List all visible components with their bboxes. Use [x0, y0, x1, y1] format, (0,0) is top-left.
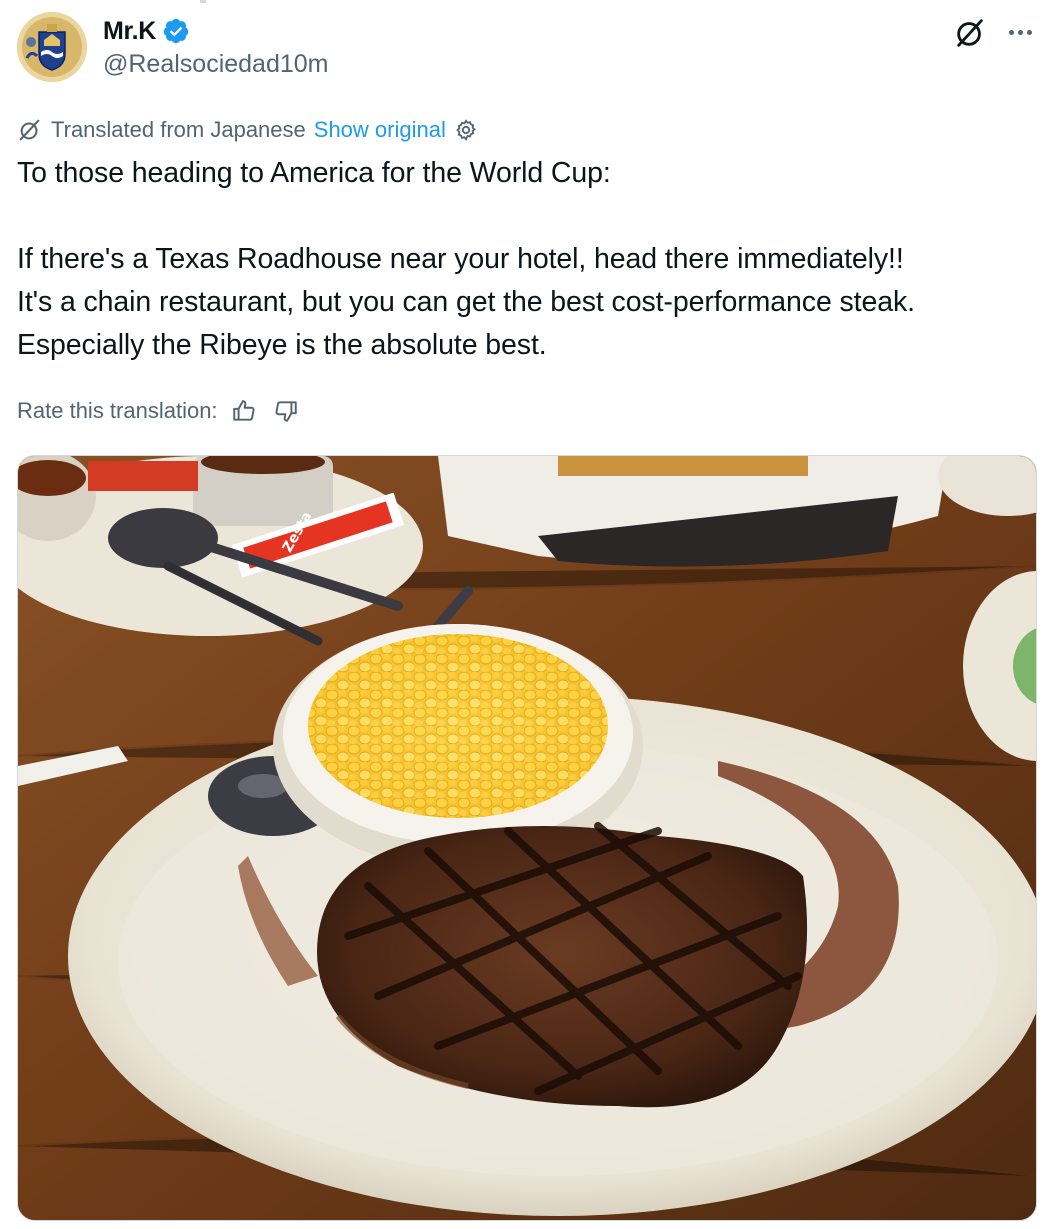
tweet-line: It's a chain restaurant, but you can get…	[17, 286, 915, 318]
author-display-name[interactable]: Mr.K	[103, 17, 156, 46]
tweet-line: If there's a Texas Roadhouse near your h…	[17, 243, 904, 275]
tweet-line: To those heading to America for the Worl…	[17, 157, 611, 189]
thumbs-up-icon[interactable]	[228, 396, 260, 426]
avatar[interactable]	[17, 12, 87, 82]
show-original-link[interactable]: Show original	[314, 117, 446, 143]
author-name-row[interactable]: Mr.K	[103, 14, 190, 48]
tweet-photo[interactable]: Zesta	[17, 455, 1037, 1221]
translation-notice: Translated from Japanese Show original	[17, 116, 478, 144]
rate-label: Rate this translation:	[17, 398, 218, 423]
more-icon[interactable]	[1000, 14, 1040, 50]
thread-connector	[200, 0, 206, 3]
verified-badge-icon[interactable]	[162, 17, 190, 45]
rate-translation: Rate this translation:	[17, 396, 302, 426]
tweet-line: Especially the Ribeye is the absolute be…	[17, 329, 547, 361]
gear-icon[interactable]	[454, 118, 478, 142]
author-handle[interactable]: @Realsociedad10m	[103, 50, 329, 79]
steak-photo: Zesta	[18, 456, 1036, 1220]
translated-label: Translated from Japanese	[51, 117, 306, 142]
tweet-text: To those heading to America for the Worl…	[17, 152, 1037, 367]
crest-logo	[17, 12, 87, 82]
grok-small-icon	[19, 119, 40, 141]
thumbs-down-icon[interactable]	[270, 396, 302, 426]
grok-icon[interactable]	[952, 15, 988, 51]
